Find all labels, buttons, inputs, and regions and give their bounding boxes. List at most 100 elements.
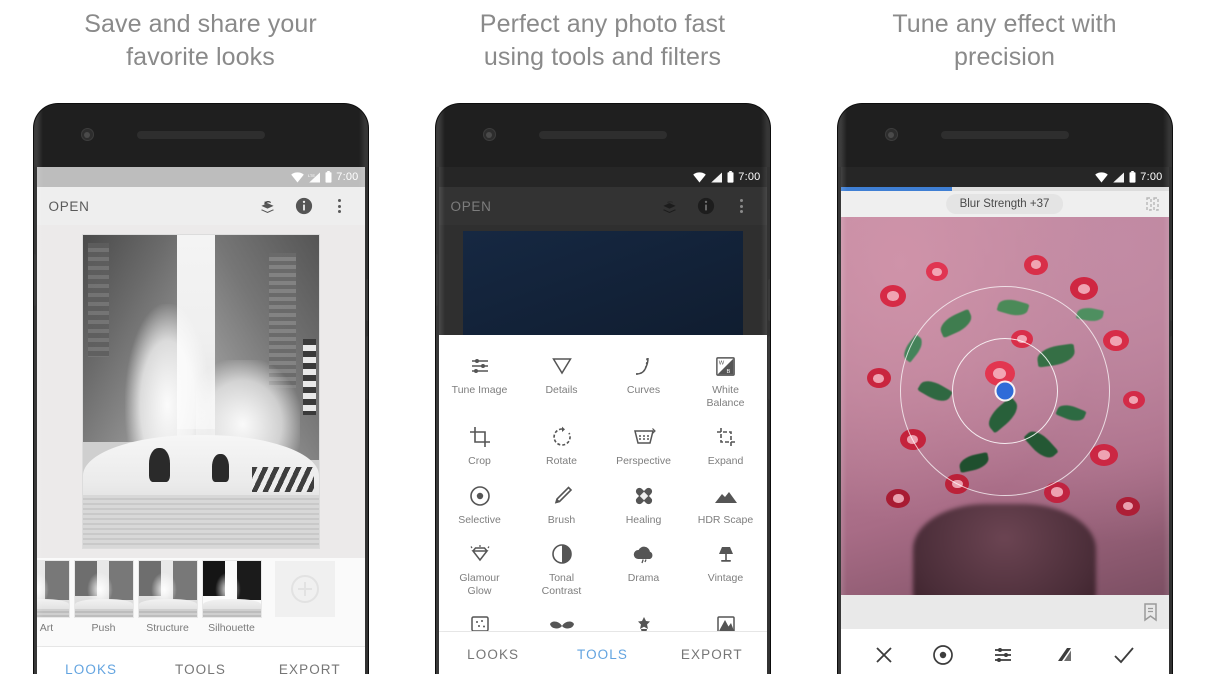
list-item[interactable]: Structure <box>138 561 197 634</box>
wifi-icon <box>693 171 707 182</box>
tool-grainy-film[interactable] <box>439 603 521 631</box>
list-item[interactable]: Push <box>74 561 133 634</box>
edited-photo <box>82 235 319 548</box>
app-toolbar: OPEN <box>438 187 767 225</box>
tool-crop[interactable]: Crop <box>439 415 521 472</box>
look-thumbnail <box>36 561 69 617</box>
power-button[interactable] <box>1169 279 1172 321</box>
panel-lens-blur: Tune any effect with precision 7:00 Blur… <box>804 0 1205 674</box>
power-button[interactable] <box>365 279 368 321</box>
tool-retrolux[interactable] <box>521 603 603 631</box>
overflow-menu-icon[interactable] <box>729 199 755 213</box>
phone-top-bezel <box>435 104 770 167</box>
battery-icon <box>727 171 734 183</box>
grunge-icon <box>605 610 683 631</box>
glamour-glow-icon <box>441 539 519 569</box>
bookmark-icon[interactable] <box>1142 602 1159 622</box>
phone-screen: 7:00 OPEN Tune Image Details Curves W B … <box>438 167 767 674</box>
tool-tonal-contrast[interactable]: Tonal Contrast <box>521 532 603 601</box>
tool-expand[interactable]: Expand <box>685 415 767 472</box>
selective-target-icon[interactable] <box>931 643 955 667</box>
tool-drama[interactable]: Drama <box>603 532 685 601</box>
tool-label: Brush <box>547 513 576 526</box>
tab-export[interactable]: EXPORT <box>255 662 364 674</box>
left-side-button[interactable] <box>33 254 36 306</box>
left-side-button[interactable] <box>435 254 438 306</box>
status-time: 7:00 <box>336 171 359 183</box>
open-button[interactable]: OPEN <box>49 199 90 214</box>
front-camera-icon <box>80 128 94 141</box>
bottom-tab-bar: LOOKS TOOLS EXPORT <box>36 646 365 674</box>
tune-sliders-icon[interactable] <box>991 643 1015 667</box>
tool-label: Tonal Contrast <box>541 572 582 597</box>
phone-frame: 7:00 Blur Strength +37 <box>837 104 1172 674</box>
phone-screen: LTE 7:00 OPEN Art Push Structure Silhoue… <box>36 167 365 674</box>
tool-grunge[interactable] <box>603 603 685 631</box>
list-item[interactable]: ne Art <box>36 561 69 634</box>
info-icon[interactable] <box>693 197 719 215</box>
photo-canvas[interactable] <box>438 225 767 335</box>
wifi-icon <box>291 171 305 182</box>
tab-tools[interactable]: TOOLS <box>548 647 657 662</box>
svg-text:B: B <box>726 369 730 375</box>
tool-healing[interactable]: Healing <box>603 474 685 531</box>
tool-label: Rotate <box>546 455 577 467</box>
looks-filmstrip[interactable]: ne Art Push Structur <box>36 558 365 646</box>
control-center-dot[interactable] <box>996 382 1013 400</box>
tool-curves[interactable]: Curves <box>603 344 685 413</box>
expand-icon <box>687 422 765 452</box>
list-item[interactable]: Silhouette <box>202 561 261 634</box>
open-button[interactable]: OPEN <box>451 199 492 214</box>
power-button[interactable] <box>767 279 770 321</box>
signal-icon <box>1113 172 1125 182</box>
tab-looks[interactable]: LOOKS <box>439 647 548 662</box>
photo-canvas[interactable] <box>840 217 1169 595</box>
tool-perspective[interactable]: Perspective <box>603 415 685 472</box>
volume-button[interactable] <box>1169 336 1172 400</box>
tool-vintage[interactable]: Vintage <box>685 532 767 601</box>
app-toolbar: OPEN <box>36 187 365 225</box>
battery-icon <box>325 171 332 183</box>
left-side-button[interactable] <box>837 254 840 306</box>
tool-details[interactable]: Details <box>521 344 603 413</box>
compare-split-icon[interactable] <box>1144 196 1161 212</box>
tab-export[interactable]: EXPORT <box>657 647 766 662</box>
tool-white-balance[interactable]: WB White Balance <box>685 344 767 413</box>
double-exposure-icon <box>687 610 765 631</box>
photo-canvas[interactable] <box>36 225 365 558</box>
tools-grid: Tune Image Details Curves W B White Bala… <box>439 344 767 631</box>
tool-label: White Balance <box>706 384 745 409</box>
phone-frame: 7:00 OPEN Tune Image Details Curves W B … <box>435 104 770 674</box>
add-look-button[interactable] <box>274 561 335 617</box>
signal-icon: LTE <box>308 172 321 182</box>
tool-double-exposure[interactable] <box>685 603 767 631</box>
tool-brush[interactable]: Brush <box>521 474 603 531</box>
close-icon[interactable] <box>873 644 895 666</box>
curves-icon <box>605 351 683 381</box>
info-icon[interactable] <box>291 197 317 215</box>
tab-looks[interactable]: LOOKS <box>37 662 146 674</box>
tool-hdr-scape[interactable]: HDR Scape <box>685 474 767 531</box>
tool-label: Perspective <box>616 455 671 467</box>
panel-headline: Perfect any photo fast using tools and f… <box>479 10 726 71</box>
volume-button[interactable] <box>767 336 770 400</box>
stacks-undo-icon[interactable] <box>657 197 683 216</box>
hdr-mountains-icon <box>687 481 765 511</box>
status-bar: LTE 7:00 <box>36 167 365 187</box>
tool-glamour-glow[interactable]: Glamour Glow <box>439 532 521 601</box>
battery-icon <box>1129 171 1136 183</box>
tool-tune-image[interactable]: Tune Image <box>439 344 521 413</box>
volume-button[interactable] <box>365 336 368 400</box>
perspective-icon <box>605 422 683 452</box>
look-label: Silhouette <box>208 622 255 634</box>
look-thumbnail <box>74 561 133 617</box>
tab-tools[interactable]: TOOLS <box>146 662 255 674</box>
panel-looks: Save and share your favorite looks LTE 7… <box>0 0 401 674</box>
tool-rotate[interactable]: Rotate <box>521 415 603 472</box>
overflow-menu-icon[interactable] <box>327 199 353 213</box>
phone-frame: LTE 7:00 OPEN Art Push Structure Silhoue… <box>33 104 368 674</box>
blur-lens-icon[interactable] <box>1052 644 1076 666</box>
stacks-undo-icon[interactable] <box>255 197 281 216</box>
tool-selective[interactable]: Selective <box>439 474 521 531</box>
confirm-check-icon[interactable] <box>1112 644 1136 666</box>
